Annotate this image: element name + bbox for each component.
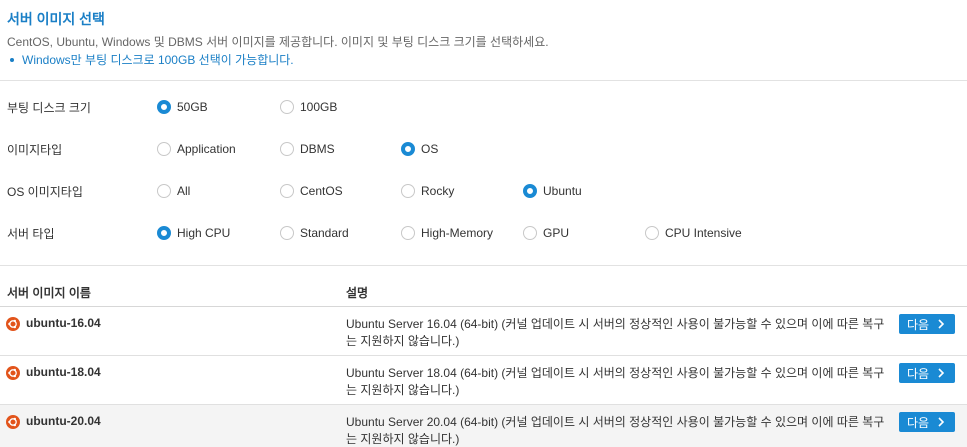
section-note: Windows만 부팅 디스크로 100GB 선택이 가능합니다. xyxy=(7,51,294,68)
radio-empty-icon[interactable] xyxy=(280,100,294,114)
note-text: Windows만 부팅 디스크로 100GB 선택이 가능합니다. xyxy=(22,53,294,67)
image-name: ubuntu-18.04 xyxy=(26,365,101,379)
os-image-type-option-all[interactable]: All xyxy=(157,181,190,201)
boot-disk-option-100gb[interactable]: 100GB xyxy=(280,97,337,117)
server-type-option-high-memory[interactable]: High-Memory xyxy=(401,223,493,243)
boot-disk-row: 부팅 디스크 크기 50GB 100GB xyxy=(0,97,967,117)
server-type-label: 서버 타입 xyxy=(7,227,55,241)
radio-selected-icon[interactable] xyxy=(401,142,415,156)
os-image-type-option-ubuntu[interactable]: Ubuntu xyxy=(523,181,582,201)
radio-empty-icon[interactable] xyxy=(401,184,415,198)
table-row: ubuntu-20.04 Ubuntu Server 20.04 (64-bit… xyxy=(0,405,967,447)
server-type-row: 서버 타입 High CPU Standard High-Memory GPU … xyxy=(0,223,967,243)
column-header-description: 설명 xyxy=(346,286,369,300)
table-header: 서버 이미지 이름 설명 xyxy=(0,279,967,307)
chevron-right-icon xyxy=(938,368,945,378)
radio-selected-icon[interactable] xyxy=(157,226,171,240)
image-description: Ubuntu Server 20.04 (64-bit) (커널 업데이트 시 … xyxy=(346,415,885,446)
next-button-label: 다음 xyxy=(907,415,930,430)
radio-selected-icon[interactable] xyxy=(523,184,537,198)
chevron-right-icon xyxy=(938,319,945,329)
bullet-icon xyxy=(10,57,14,62)
boot-disk-label: 부팅 디스크 크기 xyxy=(7,101,91,115)
radio-selected-icon[interactable] xyxy=(157,100,171,114)
table-row: ubuntu-18.04 Ubuntu Server 18.04 (64-bit… xyxy=(0,356,967,405)
server-type-option-high-cpu[interactable]: High CPU xyxy=(157,223,230,243)
options-divider xyxy=(0,265,967,266)
next-button[interactable]: 다음 xyxy=(899,363,955,383)
os-image-type-label: OS 이미지타입 xyxy=(7,185,83,199)
radio-empty-icon[interactable] xyxy=(280,142,294,156)
radio-empty-icon[interactable] xyxy=(280,226,294,240)
image-type-row: 이미지타입 Application DBMS OS xyxy=(0,139,967,159)
image-type-label: 이미지타입 xyxy=(7,143,63,157)
table-row: ubuntu-16.04 Ubuntu Server 16.04 (64-bit… xyxy=(0,307,967,356)
section-description: CentOS, Ubuntu, Windows 및 DBMS 서버 이미지를 제… xyxy=(7,35,549,49)
server-type-option-gpu[interactable]: GPU xyxy=(523,223,569,243)
os-image-type-option-centos[interactable]: CentOS xyxy=(280,181,343,201)
server-type-option-standard[interactable]: Standard xyxy=(280,223,349,243)
next-button[interactable]: 다음 xyxy=(899,314,955,334)
image-name: ubuntu-20.04 xyxy=(26,414,101,428)
radio-empty-icon[interactable] xyxy=(157,142,171,156)
ubuntu-icon xyxy=(6,366,20,380)
radio-empty-icon[interactable] xyxy=(280,184,294,198)
image-type-option-application[interactable]: Application xyxy=(157,139,236,159)
next-button-label: 다음 xyxy=(907,366,930,381)
section-title: 서버 이미지 선택 xyxy=(7,11,105,27)
chevron-right-icon xyxy=(938,417,945,427)
radio-empty-icon[interactable] xyxy=(523,226,537,240)
os-image-type-row: OS 이미지타입 All CentOS Rocky Ubuntu xyxy=(0,181,967,201)
next-button[interactable]: 다음 xyxy=(899,412,955,432)
boot-disk-option-50gb[interactable]: 50GB xyxy=(157,97,208,117)
radio-empty-icon[interactable] xyxy=(645,226,659,240)
next-button-label: 다음 xyxy=(907,317,930,332)
ubuntu-icon xyxy=(6,317,20,331)
radio-empty-icon[interactable] xyxy=(401,226,415,240)
image-name: ubuntu-16.04 xyxy=(26,316,101,330)
radio-empty-icon[interactable] xyxy=(157,184,171,198)
image-type-option-dbms[interactable]: DBMS xyxy=(280,139,335,159)
image-description: Ubuntu Server 18.04 (64-bit) (커널 업데이트 시 … xyxy=(346,366,885,397)
image-description: Ubuntu Server 16.04 (64-bit) (커널 업데이트 시 … xyxy=(346,317,885,348)
image-type-option-os[interactable]: OS xyxy=(401,139,438,159)
server-type-option-cpu-intensive[interactable]: CPU Intensive xyxy=(645,223,742,243)
column-header-name: 서버 이미지 이름 xyxy=(7,286,91,300)
os-image-type-option-rocky[interactable]: Rocky xyxy=(401,181,454,201)
header-divider xyxy=(0,80,967,81)
ubuntu-icon xyxy=(6,415,20,429)
